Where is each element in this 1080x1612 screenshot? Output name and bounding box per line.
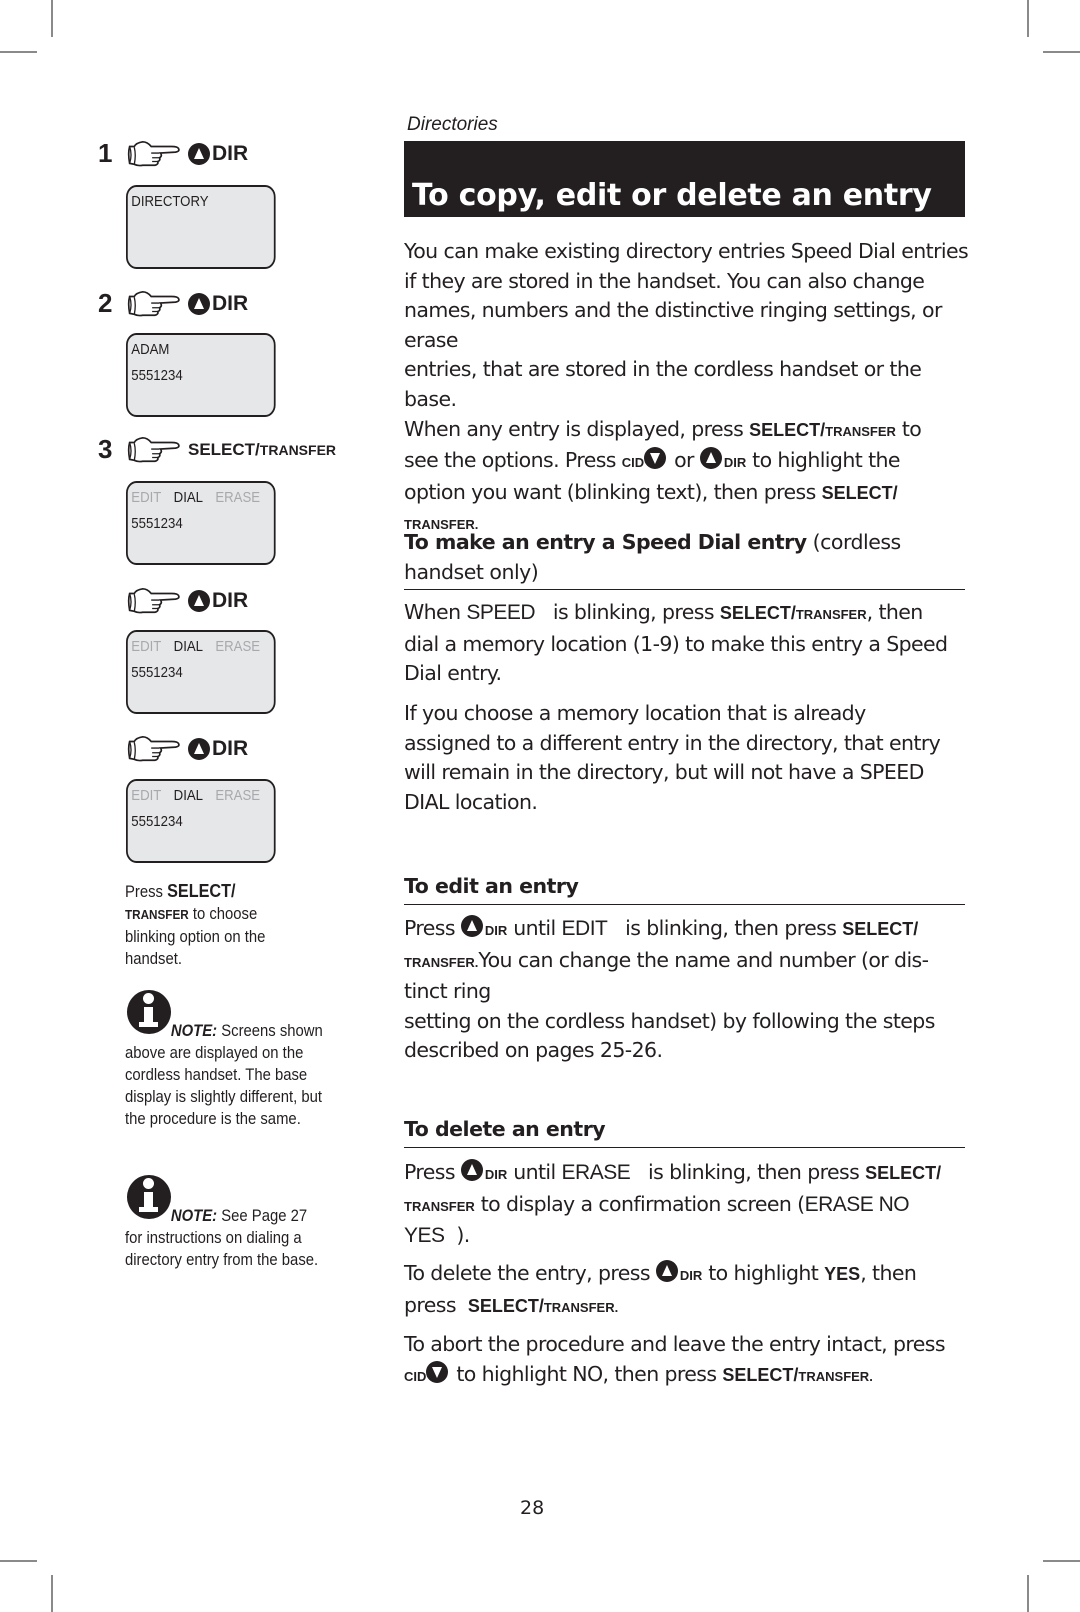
speed-dial-heading: To make an entry a Speed Dial entry (cor… bbox=[404, 528, 965, 591]
pointing-hand-icon bbox=[127, 587, 180, 614]
lcd-screen-entry: ADAM 5551234 bbox=[126, 333, 276, 417]
speed-dial-note-paragraph: If you choose a memory location that is … bbox=[404, 701, 941, 814]
down-arrow-icon bbox=[426, 1360, 449, 1383]
crop-mark bbox=[51, 0, 53, 37]
option-erase: ERASE bbox=[215, 787, 261, 804]
title-bar: To copy, edit or delete an entry bbox=[404, 141, 965, 217]
lcd-line: 5551234 bbox=[131, 515, 183, 532]
up-arrow-icon bbox=[655, 1260, 678, 1282]
step-number: 1 bbox=[98, 138, 113, 168]
select-transfer-key: SELECT/TRANSFER bbox=[188, 439, 337, 459]
option-erase: ERASE bbox=[215, 638, 261, 655]
edit-paragraph: Press DIR until EDIT is blinking, then p… bbox=[404, 915, 935, 1063]
step-3: 3 SELECT/TRANSFER bbox=[98, 434, 336, 465]
pointing-hand-icon bbox=[127, 436, 180, 462]
crop-mark bbox=[1027, 1575, 1029, 1612]
pointing-hand-icon bbox=[127, 290, 180, 316]
delete-abort-paragraph: To abort the procedure and leave the ent… bbox=[404, 1332, 946, 1386]
option-dial: DIAL bbox=[173, 787, 204, 804]
up-arrow-icon bbox=[188, 142, 210, 165]
lcd-screen-options: EDIT DIAL ERASE 5551234 bbox=[126, 779, 276, 863]
lcd-line: EDIT DIAL ERASE bbox=[131, 634, 270, 660]
option-edit: EDIT bbox=[131, 489, 162, 506]
edit-heading: To edit an entry bbox=[404, 872, 965, 905]
dir-key: DIR bbox=[188, 737, 248, 761]
crop-mark bbox=[0, 1560, 37, 1562]
lcd-line: 5551234 bbox=[131, 813, 183, 830]
option-dial: DIAL bbox=[173, 489, 204, 506]
lcd-line: 5551234 bbox=[131, 367, 183, 384]
section-label: Directories bbox=[407, 114, 498, 135]
pointing-hand-icon bbox=[127, 140, 180, 166]
lcd-line: DIRECTORY bbox=[131, 193, 209, 210]
crop-mark bbox=[0, 51, 37, 53]
step-1: 1 DIR bbox=[98, 138, 248, 169]
up-arrow-icon bbox=[188, 738, 210, 760]
lcd-line: EDIT DIAL ERASE bbox=[131, 485, 270, 511]
dir-key: DIR bbox=[188, 292, 248, 316]
up-arrow-icon bbox=[460, 915, 483, 937]
lcd-screen-directory: DIRECTORY bbox=[126, 185, 276, 269]
up-arrow-icon bbox=[188, 292, 210, 315]
step-number: 3 bbox=[98, 434, 113, 464]
intro-paragraph: You can make existing directory entries … bbox=[404, 239, 969, 533]
down-arrow-icon bbox=[644, 447, 667, 470]
lcd-line: ADAM bbox=[131, 341, 170, 358]
delete-confirm-paragraph: To delete the entry, press DIR to highli… bbox=[404, 1260, 917, 1317]
delete-heading: To delete an entry bbox=[404, 1115, 965, 1148]
step-5: DIR bbox=[126, 734, 248, 764]
option-dial: DIAL bbox=[173, 638, 204, 655]
delete-paragraph: Press DIR until ERASE is blinking, then … bbox=[404, 1159, 942, 1248]
option-edit: EDIT bbox=[131, 787, 162, 804]
step-2: 2 DIR bbox=[98, 288, 248, 319]
note-screens: NOTE: Screens shown above are displayed … bbox=[125, 1022, 323, 1128]
pointing-hand-icon bbox=[127, 735, 180, 762]
step-number: 2 bbox=[98, 288, 113, 318]
option-erase: ERASE bbox=[215, 489, 261, 506]
page-number: 28 bbox=[520, 1497, 545, 1519]
note-see-page: NOTE: See Page 27 for instructions on di… bbox=[125, 1207, 319, 1269]
option-edit: EDIT bbox=[131, 638, 162, 655]
lcd-line: 5551234 bbox=[131, 664, 183, 681]
up-arrow-icon bbox=[188, 590, 210, 612]
speed-dial-paragraph: When SPEED is blinking, press SELECT/TRA… bbox=[404, 600, 948, 686]
dir-key: DIR bbox=[188, 589, 248, 613]
page-title: To copy, edit or delete an entry bbox=[412, 178, 932, 213]
up-arrow-icon bbox=[699, 447, 722, 470]
lcd-screen-options: EDIT DIAL ERASE 5551234 bbox=[126, 481, 276, 565]
dir-key: DIR bbox=[188, 142, 248, 166]
crop-mark bbox=[1043, 1560, 1080, 1562]
crop-mark bbox=[51, 1575, 53, 1612]
step-4: DIR bbox=[126, 586, 248, 616]
press-select-instruction: Press SELECT/ TRANSFER to choose blinkin… bbox=[125, 881, 266, 968]
lcd-line: EDIT DIAL ERASE bbox=[131, 783, 270, 809]
crop-mark bbox=[1043, 51, 1080, 53]
up-arrow-icon bbox=[460, 1159, 483, 1181]
crop-mark bbox=[1027, 0, 1029, 37]
lcd-screen-options: EDIT DIAL ERASE 5551234 bbox=[126, 630, 276, 714]
